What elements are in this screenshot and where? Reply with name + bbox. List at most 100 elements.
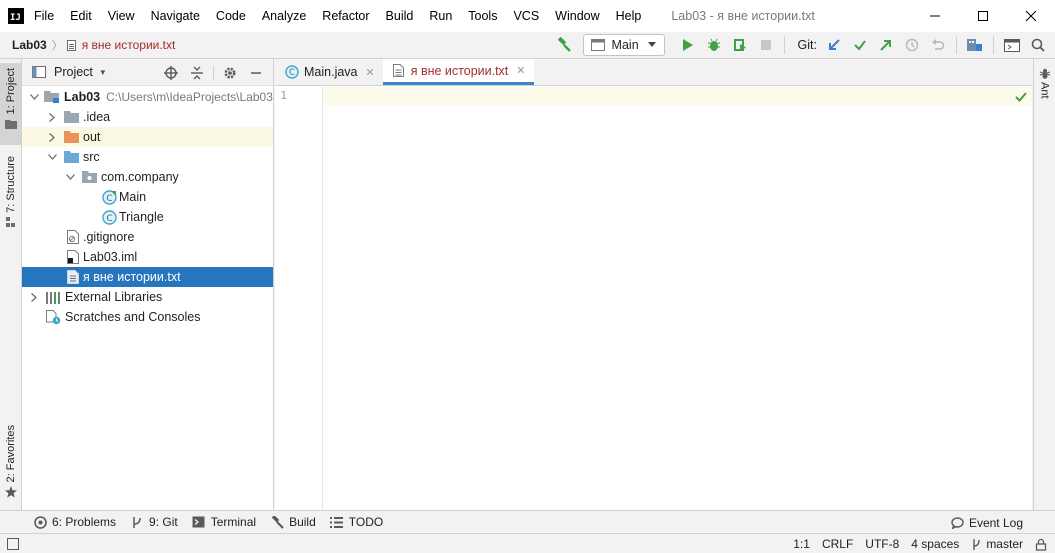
collapse-all-button[interactable] xyxy=(187,63,207,83)
git-update-button[interactable] xyxy=(823,34,845,56)
tree-item-lab03[interactable]: Lab03 C:\Users\m\IdeaProjects\Lab03 xyxy=(22,87,273,107)
tree-item-src[interactable]: src xyxy=(22,147,273,167)
maximize-button[interactable] xyxy=(959,0,1007,32)
tab-main-java[interactable]: C Main.java ✕ xyxy=(275,59,383,85)
git-rollback-button[interactable] xyxy=(927,34,949,56)
debug-button[interactable] xyxy=(703,34,725,56)
search-everywhere-button[interactable] xyxy=(1027,34,1049,56)
git-commit-button[interactable] xyxy=(849,34,871,56)
excluded-folder-icon xyxy=(63,129,79,145)
menu-run[interactable]: Run xyxy=(421,0,460,32)
chevron-down-icon[interactable] xyxy=(64,171,76,183)
menu-file[interactable]: File xyxy=(34,0,62,32)
intellij-logo-icon[interactable]: IJ xyxy=(8,8,24,24)
menu-tools[interactable]: Tools xyxy=(460,0,505,32)
close-tab-icon[interactable]: ✕ xyxy=(516,64,525,77)
run-anything-button[interactable] xyxy=(1001,34,1023,56)
project-structure-button[interactable] xyxy=(964,34,986,56)
chevron-right-icon[interactable] xyxy=(28,291,40,303)
problems-tool-button[interactable]: 6: Problems xyxy=(33,515,116,529)
locate-file-button[interactable] xyxy=(161,63,181,83)
run-config-selector[interactable]: Main xyxy=(582,34,665,56)
tree-item-triangle-class[interactable]: C Triangle xyxy=(22,207,273,227)
close-window-button[interactable] xyxy=(1007,0,1055,32)
build-tool-button[interactable]: Build xyxy=(270,515,316,529)
tree-item-label: .idea xyxy=(83,110,111,124)
run-button[interactable] xyxy=(677,34,699,56)
git-tool-button[interactable]: 9: Git xyxy=(130,515,178,529)
panel-options-button[interactable] xyxy=(220,63,240,83)
commit-check-icon xyxy=(854,40,866,51)
event-log-tool-button[interactable]: Event Log xyxy=(951,511,1023,534)
coverage-icon xyxy=(733,39,746,51)
terminal-tool-button[interactable]: Terminal xyxy=(192,515,256,529)
chevron-down-icon[interactable]: ▼ xyxy=(99,68,107,77)
svg-text:C: C xyxy=(106,193,112,203)
indent-setting[interactable]: 4 spaces xyxy=(911,537,959,551)
ant-tool-button[interactable]: Ant xyxy=(1034,67,1055,99)
tree-item-iml[interactable]: Lab03.iml xyxy=(22,247,273,267)
menu-window[interactable]: Window xyxy=(547,0,607,32)
structure-tool-button[interactable]: 7: Structure xyxy=(0,152,21,230)
git-history-button[interactable] xyxy=(901,34,923,56)
tree-item-main-class[interactable]: C Main xyxy=(22,187,273,207)
menu-code[interactable]: Code xyxy=(208,0,254,32)
close-tab-icon[interactable]: ✕ xyxy=(366,66,375,79)
run-with-coverage-button[interactable] xyxy=(729,34,751,56)
todo-tool-button[interactable]: TODO xyxy=(330,515,383,529)
menu-vcs[interactable]: VCS xyxy=(505,0,547,32)
caret-position[interactable]: 1:1 xyxy=(793,537,810,551)
lock-icon[interactable] xyxy=(1035,538,1047,551)
git-branch-widget[interactable]: master xyxy=(971,537,1023,551)
window-controls xyxy=(911,0,1055,32)
line-separator[interactable]: CRLF xyxy=(822,537,853,551)
stop-button[interactable] xyxy=(755,34,777,56)
menu-analyze[interactable]: Analyze xyxy=(254,0,314,32)
libraries-icon xyxy=(45,289,61,305)
class-icon: C xyxy=(285,65,299,79)
project-panel: Project ▼ Lab03 C:\Users\m\IdeaProjects\L… xyxy=(22,59,274,510)
tree-item-gitignore[interactable]: .gitignore xyxy=(22,227,273,247)
breadcrumb-project[interactable]: Lab03 xyxy=(12,38,47,52)
hide-panel-button[interactable] xyxy=(246,63,266,83)
search-icon xyxy=(1031,38,1045,52)
menu-edit[interactable]: Edit xyxy=(62,0,100,32)
problems-icon xyxy=(33,515,47,529)
tab-text-file[interactable]: я вне истории.txt ✕ xyxy=(382,59,534,85)
menu-view[interactable]: View xyxy=(100,0,143,32)
tree-item-package[interactable]: com.company xyxy=(22,167,273,187)
file-encoding[interactable]: UTF-8 xyxy=(865,537,899,551)
chevron-down-icon[interactable] xyxy=(46,151,58,163)
nav-toolbar: Main Git: xyxy=(551,32,1055,58)
menu-help[interactable]: Help xyxy=(608,0,650,32)
breadcrumb-file[interactable]: я вне истории.txt xyxy=(66,38,175,52)
tree-item-scratches[interactable]: Scratches and Consoles xyxy=(22,307,273,327)
build-hammer-button[interactable] xyxy=(553,34,575,56)
tree-item-out[interactable]: out xyxy=(22,127,273,147)
chevron-down-icon[interactable] xyxy=(28,91,40,103)
push-arrow-icon xyxy=(880,40,891,51)
project-view-selector[interactable]: Project xyxy=(54,65,93,79)
close-icon xyxy=(1025,10,1037,22)
tree-item-text-file[interactable]: я вне истории.txt xyxy=(22,267,273,287)
chevron-right-icon[interactable] xyxy=(46,111,58,123)
favorites-tool-button[interactable]: 2: Favorites xyxy=(0,421,21,501)
inspection-ok-icon[interactable] xyxy=(1014,90,1028,104)
folder-icon xyxy=(63,109,79,125)
menu-refactor[interactable]: Refactor xyxy=(314,0,377,32)
minimize-button[interactable] xyxy=(911,0,959,32)
menu-build[interactable]: Build xyxy=(378,0,422,32)
maximize-icon xyxy=(978,11,988,21)
status-bar: 1:1 CRLF UTF-8 4 spaces master xyxy=(0,533,1055,553)
console-icon xyxy=(1004,38,1020,52)
toggle-tool-windows-icon[interactable] xyxy=(7,537,19,550)
menu-navigate[interactable]: Navigate xyxy=(143,0,208,32)
right-tool-stripe: Ant xyxy=(1033,59,1055,510)
tree-item-idea[interactable]: .idea xyxy=(22,107,273,127)
chevron-right-icon[interactable] xyxy=(46,131,58,143)
editor-text-area[interactable] xyxy=(323,87,1032,105)
git-push-button[interactable] xyxy=(875,34,897,56)
tab-label: я вне истории.txt xyxy=(410,63,509,78)
tree-item-external-libraries[interactable]: External Libraries xyxy=(22,287,273,307)
project-tool-button[interactable]: 1: Project xyxy=(0,63,21,145)
